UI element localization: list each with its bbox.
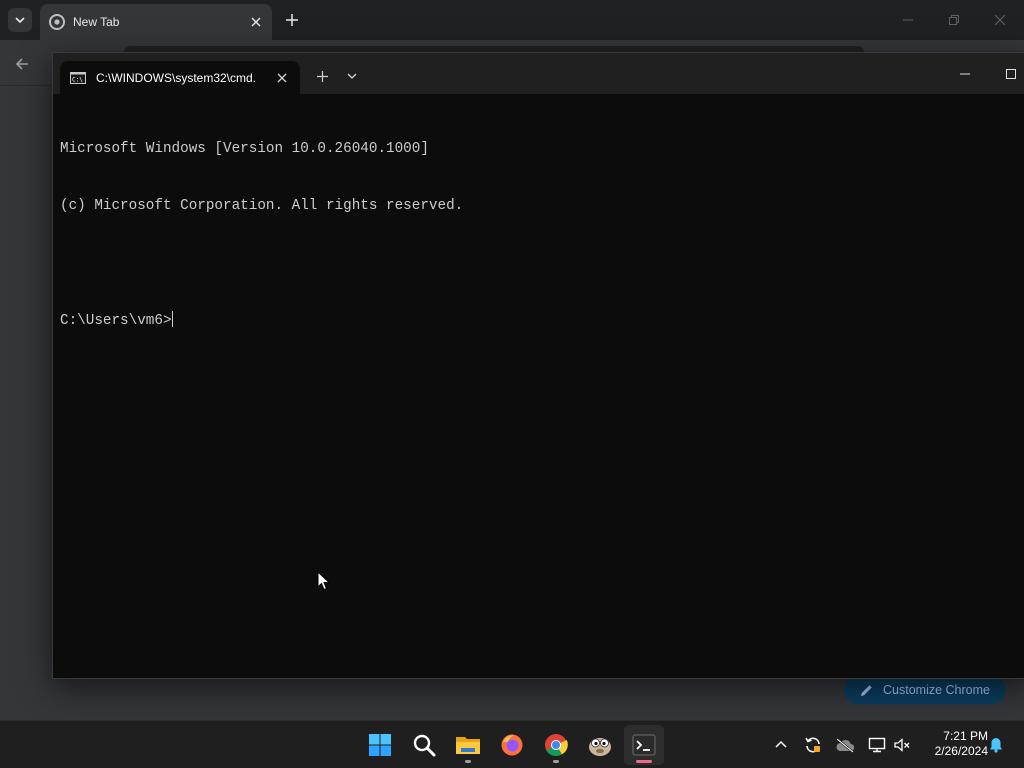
plus-icon bbox=[316, 70, 328, 82]
restore-icon bbox=[949, 15, 959, 25]
clock-date: 2/26/2024 bbox=[934, 744, 988, 758]
chevron-up-icon bbox=[775, 740, 787, 748]
volume-muted-icon bbox=[894, 738, 910, 752]
creature-icon bbox=[589, 738, 611, 756]
back-button[interactable] bbox=[10, 52, 34, 76]
sync-icon bbox=[805, 737, 820, 753]
maximize-icon bbox=[1006, 69, 1016, 79]
start-button[interactable] bbox=[360, 725, 400, 765]
close-tab-button[interactable] bbox=[248, 14, 264, 30]
notifications-button[interactable] bbox=[984, 733, 1008, 757]
network-tray-button[interactable] bbox=[865, 733, 889, 757]
minimize-icon bbox=[903, 19, 913, 21]
network-icon bbox=[868, 737, 886, 753]
search-icon bbox=[413, 734, 436, 757]
close-icon bbox=[995, 15, 1005, 25]
terminal-tab-title: C:\WINDOWS\system32\cmd. bbox=[96, 71, 257, 85]
terminal-line: (c) Microsoft Corporation. All rights re… bbox=[60, 198, 464, 214]
terminal-window: C:\ C:\WINDOWS\system32\cmd. Microsoft W… bbox=[52, 52, 1024, 679]
chrome-icon bbox=[545, 734, 568, 757]
close-icon bbox=[277, 73, 287, 83]
app-button[interactable] bbox=[580, 725, 620, 765]
terminal-output[interactable]: Microsoft Windows [Version 10.0.26040.10… bbox=[60, 102, 1021, 678]
terminal-profile-dropdown[interactable] bbox=[343, 67, 361, 85]
close-icon bbox=[251, 17, 261, 27]
chrome-close-button[interactable] bbox=[988, 8, 1012, 32]
minimize-icon bbox=[960, 73, 970, 75]
onedrive-tray-button[interactable] bbox=[833, 733, 857, 757]
taskbar: 7:21 PM 2/26/2024 bbox=[0, 720, 1024, 768]
chrome-tabstrip: New Tab bbox=[0, 0, 1024, 40]
chrome-button[interactable] bbox=[536, 725, 576, 765]
file-explorer-button[interactable] bbox=[448, 725, 488, 765]
terminal-tab-cmd[interactable]: C:\ C:\WINDOWS\system32\cmd. bbox=[60, 61, 300, 95]
terminal-line: Microsoft Windows [Version 10.0.26040.10… bbox=[60, 141, 429, 157]
running-indicator bbox=[553, 760, 559, 763]
active-indicator bbox=[636, 760, 652, 763]
tab-search-button[interactable] bbox=[8, 8, 32, 32]
volume-tray-button[interactable] bbox=[890, 733, 914, 757]
firefox-icon bbox=[501, 734, 523, 756]
text-cursor bbox=[171, 311, 173, 327]
terminal-button[interactable] bbox=[624, 725, 664, 765]
terminal-icon bbox=[632, 734, 656, 756]
windows-logo-icon bbox=[369, 734, 391, 756]
folder-icon bbox=[456, 737, 480, 754]
bell-icon bbox=[990, 738, 1002, 753]
cmd-icon: C:\ bbox=[70, 72, 86, 84]
terminal-new-tab-button[interactable] bbox=[313, 67, 331, 85]
chrome-minimize-button[interactable] bbox=[896, 8, 920, 32]
plus-icon bbox=[286, 14, 298, 26]
customize-chrome-button[interactable]: Customize Chrome bbox=[844, 676, 1006, 704]
customize-chrome-label: Customize Chrome bbox=[883, 683, 990, 697]
sync-tray-button[interactable] bbox=[801, 733, 825, 757]
terminal-maximize-button[interactable] bbox=[988, 61, 1024, 87]
running-indicator bbox=[465, 760, 471, 763]
chevron-down-icon bbox=[347, 73, 357, 79]
pencil-icon bbox=[861, 684, 872, 696]
close-terminal-tab-button[interactable] bbox=[274, 70, 290, 86]
chrome-tab-title: New Tab bbox=[73, 15, 120, 29]
new-tab-button[interactable] bbox=[282, 10, 302, 30]
terminal-titlebar[interactable]: C:\ C:\WINDOWS\system32\cmd. bbox=[53, 53, 1024, 95]
chevron-down-icon bbox=[15, 17, 25, 24]
show-hidden-icons-button[interactable] bbox=[769, 733, 793, 757]
cloud-offline-icon bbox=[836, 738, 855, 753]
mouse-pointer-icon bbox=[317, 571, 331, 591]
search-button[interactable] bbox=[404, 725, 444, 765]
chrome-favicon-icon bbox=[49, 14, 65, 30]
terminal-prompt: C:\Users\vm6> bbox=[60, 313, 172, 329]
terminal-minimize-button[interactable] bbox=[942, 61, 988, 87]
svg-text:C:\: C:\ bbox=[72, 77, 83, 84]
arrow-left-icon bbox=[15, 58, 28, 70]
chrome-restore-button[interactable] bbox=[942, 8, 966, 32]
clock-time: 7:21 PM bbox=[943, 729, 988, 743]
clock[interactable]: 7:21 PM 2/26/2024 bbox=[918, 729, 988, 759]
terminal-prompt-line: C:\Users\vm6> bbox=[60, 311, 1021, 330]
chrome-tab-new-tab[interactable]: New Tab bbox=[40, 4, 272, 40]
firefox-button[interactable] bbox=[492, 725, 532, 765]
